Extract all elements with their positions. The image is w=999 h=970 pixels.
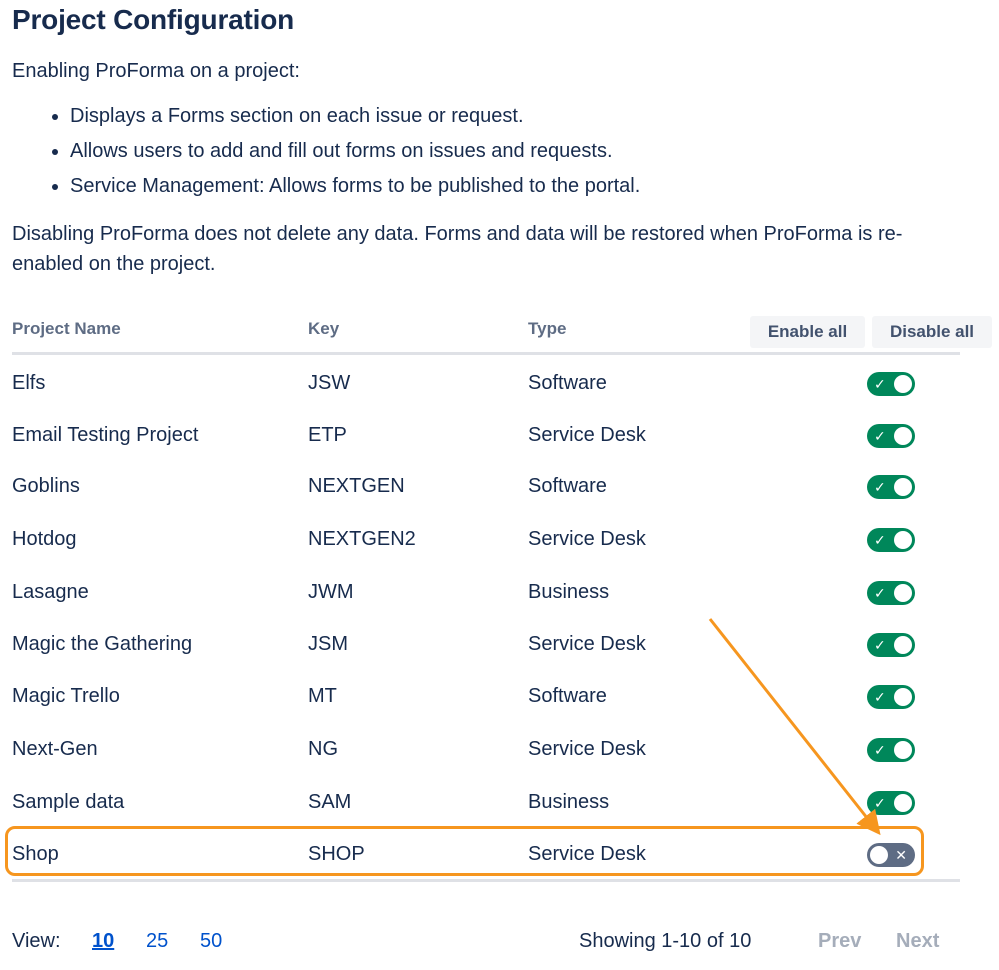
proforma-toggle-on[interactable]: ✓: [867, 528, 915, 552]
feature-item: Service Management: Allows forms to be p…: [70, 171, 640, 206]
project-key-cell: SAM: [308, 791, 352, 813]
page-size-25[interactable]: 25: [146, 930, 168, 953]
column-header-key: Key: [308, 319, 340, 338]
page-title: Project Configuration: [12, 4, 295, 35]
table-row: Magic the Gathering JSM Service Desk ✓: [12, 618, 960, 670]
table-header-divider: [12, 352, 960, 355]
project-name-cell: Elfs: [12, 372, 46, 394]
proforma-toggle-on[interactable]: ✓: [867, 685, 915, 709]
check-icon: ✓: [874, 376, 886, 392]
table-row: Magic Trello MT Software ✓: [12, 670, 960, 722]
check-icon: ✓: [874, 742, 886, 758]
toggle-knob: [894, 688, 912, 706]
project-type-cell: Business: [528, 791, 610, 813]
check-icon: ✓: [874, 585, 886, 601]
proforma-toggle-on[interactable]: ✓: [867, 581, 915, 605]
project-name-cell: Email Testing Project: [12, 424, 199, 446]
table-row: Goblins NEXTGEN Software ✓: [12, 460, 960, 512]
showing-count: Showing 1-10 of 10: [579, 930, 752, 952]
pagination-bar: View: 10 25 50 Showing 1-10 of 10 Prev N…: [12, 926, 992, 958]
disable-all-button[interactable]: Disable all: [872, 316, 992, 348]
project-name-cell: Goblins: [12, 475, 80, 497]
column-header-project-name: Project Name: [12, 319, 121, 338]
proforma-toggle-on[interactable]: ✓: [867, 791, 915, 815]
toggle-knob: [894, 531, 912, 549]
feature-list: Displays a Forms section on each issue o…: [38, 101, 640, 206]
project-name-cell: Magic the Gathering: [12, 633, 193, 655]
table-row: Sample data SAM Business ✓: [12, 776, 960, 828]
project-name-cell: Magic Trello: [12, 685, 120, 707]
project-type-cell: Service Desk: [528, 633, 646, 655]
project-key-cell: ETP: [308, 424, 347, 446]
proforma-toggle-on[interactable]: ✓: [867, 633, 915, 657]
project-key-cell: JSM: [308, 633, 348, 655]
project-key-cell: NEXTGEN: [308, 475, 405, 497]
project-key-cell: NG: [308, 738, 338, 760]
check-icon: ✓: [874, 479, 886, 495]
enable-all-button[interactable]: Enable all: [750, 316, 865, 348]
proforma-toggle-on[interactable]: ✓: [867, 372, 915, 396]
project-type-cell: Software: [528, 685, 607, 707]
table-footer-divider: [12, 879, 960, 882]
check-icon: ✓: [874, 637, 886, 653]
feature-item: Allows users to add and fill out forms o…: [70, 136, 640, 171]
toggle-knob: [894, 741, 912, 759]
proforma-toggle-on[interactable]: ✓: [867, 475, 915, 499]
toggle-knob: [894, 584, 912, 602]
check-icon: ✓: [874, 532, 886, 548]
next-page-button[interactable]: Next: [896, 930, 939, 953]
project-name-cell: Sample data: [12, 791, 125, 813]
column-header-type: Type: [528, 319, 567, 338]
intro-text: Enabling ProForma on a project:: [12, 60, 300, 82]
table-row: Next-Gen NG Service Desk ✓: [12, 723, 960, 775]
project-type-cell: Business: [528, 581, 610, 603]
project-key-cell: MT: [308, 685, 337, 707]
project-type-cell: Service Desk: [528, 528, 646, 550]
page-size-50[interactable]: 50: [200, 930, 222, 953]
toggle-knob: [894, 636, 912, 654]
table-row: Elfs JSW Software ✓: [12, 357, 960, 409]
table-row: Email Testing Project ETP Service Desk ✓: [12, 409, 960, 461]
proforma-toggle-on[interactable]: ✓: [867, 424, 915, 448]
toggle-knob: [894, 794, 912, 812]
view-label: View:: [12, 930, 61, 952]
project-name-cell: Next-Gen: [12, 738, 98, 760]
project-key-cell: NEXTGEN2: [308, 528, 416, 550]
project-type-cell: Software: [528, 372, 607, 394]
toggle-knob: [894, 375, 912, 393]
project-key-cell: JWM: [308, 581, 354, 603]
project-name-cell: Hotdog: [12, 528, 77, 550]
project-type-cell: Service Desk: [528, 424, 646, 446]
table-row: Lasagne JWM Business ✓: [12, 566, 960, 618]
project-name-cell: Lasagne: [12, 581, 89, 603]
toggle-knob: [894, 478, 912, 496]
check-icon: ✓: [874, 428, 886, 444]
proforma-toggle-on[interactable]: ✓: [867, 738, 915, 762]
check-icon: ✓: [874, 689, 886, 705]
project-key-cell: JSW: [308, 372, 351, 394]
disable-note: Disabling ProForma does not delete any d…: [12, 223, 903, 275]
project-type-cell: Software: [528, 475, 607, 497]
table-row: Hotdog NEXTGEN2 Service Desk ✓: [12, 513, 960, 565]
feature-item: Displays a Forms section on each issue o…: [70, 101, 640, 136]
check-icon: ✓: [874, 795, 886, 811]
prev-page-button[interactable]: Prev: [818, 930, 861, 953]
highlight-box: [5, 826, 924, 876]
page-size-10[interactable]: 10: [92, 930, 114, 953]
toggle-knob: [894, 427, 912, 445]
project-type-cell: Service Desk: [528, 738, 646, 760]
